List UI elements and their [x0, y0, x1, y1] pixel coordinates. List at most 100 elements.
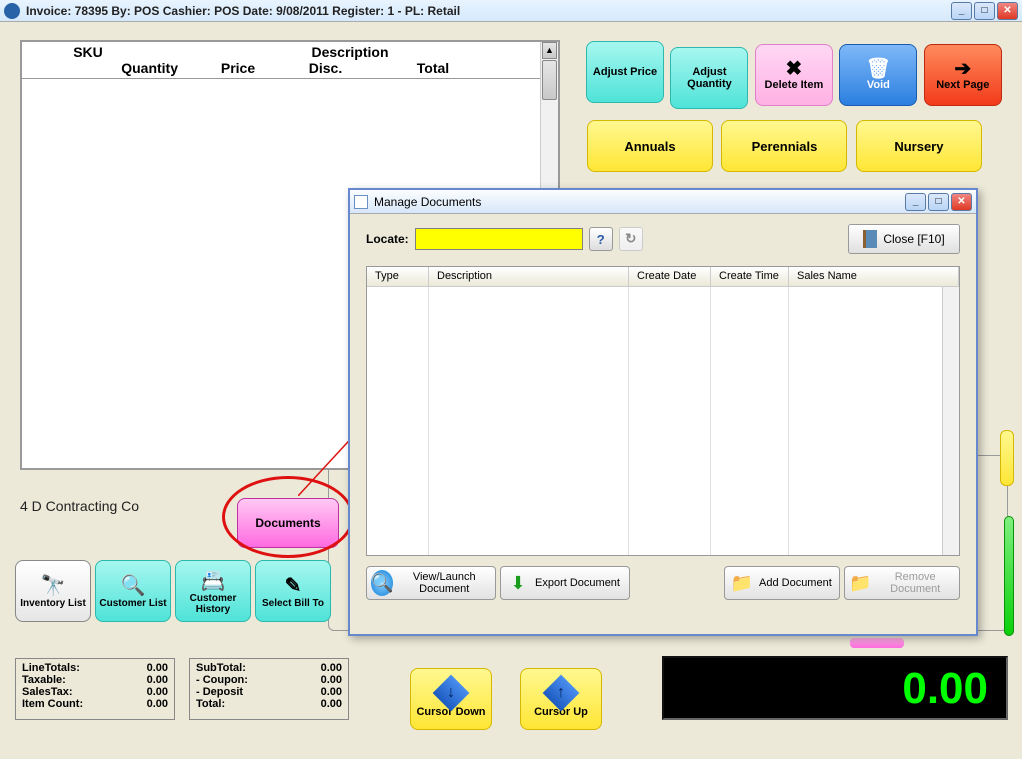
- next-page-button[interactable]: ➔Next Page: [924, 44, 1002, 106]
- pink-bottom-button-hint[interactable]: [850, 638, 904, 648]
- app-icon: [4, 3, 20, 19]
- col-discount: Disc.: [283, 60, 368, 76]
- col-sales-name[interactable]: Sales Name: [789, 267, 959, 286]
- refresh-button[interactable]: ↻: [619, 227, 643, 251]
- customer-list-button[interactable]: 🔍Customer List: [95, 560, 171, 622]
- col-create-time[interactable]: Create Time: [711, 267, 789, 286]
- doc-button-row: 🔍View/Launch Document ⬇ Export Document 📁…: [366, 566, 960, 600]
- subtotal-value: 0.00: [321, 662, 342, 674]
- delete-x-icon: ✖: [786, 59, 803, 79]
- totals-right-box: SubTotal: 0.00 - Coupon: 0.00 - Deposit 0.0…: [189, 658, 349, 720]
- grand-total-display: 0.00: [662, 656, 1008, 720]
- customer-history-label: Customer History: [176, 593, 250, 615]
- cursor-down-button[interactable]: ↓Cursor Down: [410, 668, 492, 730]
- action-buttons: Adjust Price Adjust Quantity ✖Delete Ite…: [585, 40, 1003, 110]
- col-price: Price: [193, 60, 283, 76]
- inventory-list-button[interactable]: 🔭Inventory List: [15, 560, 91, 622]
- view-launch-button[interactable]: 🔍View/Launch Document: [366, 566, 496, 600]
- dialog-titlebar: Manage Documents _ □ ✕: [350, 190, 976, 214]
- export-arrow-icon: ⬇: [505, 570, 531, 596]
- adjust-price-label: Adjust Price: [593, 66, 657, 78]
- totals-left-box: LineTotals: 0.00 Taxable: 0.00 SalesTax: 0.…: [15, 658, 175, 720]
- next-arrow-icon: ➔: [954, 59, 971, 79]
- scroll-thumb[interactable]: [542, 60, 557, 100]
- door-icon: [863, 230, 877, 248]
- sales-tax-label: SalesTax:: [22, 686, 73, 698]
- remove-document-label: Remove Document: [875, 571, 955, 595]
- binoculars-icon: 🔭: [41, 573, 66, 598]
- customer-list-label: Customer List: [99, 598, 166, 609]
- annuals-button[interactable]: Annuals: [587, 120, 713, 172]
- sales-tax-value: 0.00: [147, 686, 168, 698]
- add-document-label: Add Document: [759, 577, 832, 589]
- void-label: Void: [867, 79, 890, 91]
- subtotal-label: SubTotal:: [196, 662, 246, 674]
- col-description: Description: [148, 44, 552, 60]
- minimize-button[interactable]: _: [951, 2, 972, 20]
- column-headers: SKU Description Quantity Price Disc. Tot…: [22, 42, 558, 79]
- main-titlebar: Invoice: 78395 By: POS Cashier: POS Date…: [0, 0, 1022, 22]
- col-sku: SKU: [28, 44, 148, 60]
- locate-label: Locate:: [366, 232, 409, 246]
- item-count-label: Item Count:: [22, 698, 83, 710]
- coupon-label: - Coupon:: [196, 674, 248, 686]
- locate-input[interactable]: [415, 228, 583, 250]
- rolodex-icon: 📇: [201, 568, 226, 593]
- dialog-minimize-button[interactable]: _: [905, 193, 926, 211]
- dialog-close-button[interactable]: ✕: [951, 193, 972, 211]
- help-button[interactable]: ?: [589, 227, 613, 251]
- remove-document-button: 📁Remove Document: [844, 566, 960, 600]
- locate-row: Locate: ? ↻ Close [F10]: [366, 224, 960, 254]
- grid-body: [367, 287, 942, 555]
- cursor-up-button[interactable]: ↑Cursor Up: [520, 668, 602, 730]
- perennials-button[interactable]: Perennials: [721, 120, 847, 172]
- export-label: Export Document: [535, 577, 620, 589]
- customer-history-button[interactable]: 📇Customer History: [175, 560, 251, 622]
- close-button[interactable]: ✕: [997, 2, 1018, 20]
- maximize-button[interactable]: □: [974, 2, 995, 20]
- adjust-quantity-label: Adjust Quantity: [671, 66, 747, 90]
- dialog-title: Manage Documents: [374, 195, 905, 209]
- scroll-up-icon[interactable]: ▲: [542, 42, 557, 59]
- close-f10-button[interactable]: Close [F10]: [848, 224, 960, 254]
- dialog-maximize-button[interactable]: □: [928, 193, 949, 211]
- item-count-value: 0.00: [147, 698, 168, 710]
- select-bill-to-label: Select Bill To: [262, 598, 324, 609]
- deposit-value: 0.00: [321, 686, 342, 698]
- hidden-yellow-button[interactable]: [1000, 430, 1014, 486]
- folder-remove-icon: 📁: [849, 570, 871, 596]
- small-button-row: 🔭Inventory List 🔍Customer List 📇Customer…: [15, 560, 331, 622]
- documents-button[interactable]: Documents: [237, 498, 339, 548]
- inventory-list-label: Inventory List: [20, 598, 86, 609]
- next-page-label: Next Page: [936, 79, 989, 91]
- export-button[interactable]: ⬇ Export Document: [500, 566, 630, 600]
- void-button[interactable]: 🗑Void: [839, 44, 917, 106]
- view-launch-label: View/Launch Document: [397, 571, 491, 595]
- documents-grid[interactable]: Type Description Create Date Create Time…: [366, 266, 960, 556]
- category-buttons: Annuals Perennials Nursery: [585, 118, 984, 174]
- grid-scrollbar[interactable]: [942, 287, 959, 555]
- window-title: Invoice: 78395 By: POS Cashier: POS Date…: [26, 4, 951, 18]
- adjust-quantity-button[interactable]: Adjust Quantity: [670, 47, 748, 109]
- deposit-label: - Deposit: [196, 686, 243, 698]
- pencil-icon: ✎: [285, 573, 302, 598]
- col-desc[interactable]: Description: [429, 267, 629, 286]
- total-label: Total:: [196, 698, 225, 710]
- select-bill-to-button[interactable]: ✎Select Bill To: [255, 560, 331, 622]
- taxable-value: 0.00: [147, 674, 168, 686]
- taxable-label: Taxable:: [22, 674, 66, 686]
- manage-documents-dialog: Manage Documents _ □ ✕ Locate: ? ↻ Close…: [348, 188, 978, 636]
- total-value: 0.00: [321, 698, 342, 710]
- line-totals-label: LineTotals:: [22, 662, 80, 674]
- add-document-button[interactable]: 📁 Add Document: [724, 566, 840, 600]
- col-total: Total: [368, 60, 498, 76]
- dialog-icon: [354, 195, 368, 209]
- col-create-date[interactable]: Create Date: [629, 267, 711, 286]
- folder-add-icon: 📁: [729, 570, 755, 596]
- magnifier-launch-icon: 🔍: [371, 570, 393, 596]
- green-side-button[interactable]: [1004, 516, 1014, 636]
- delete-item-button[interactable]: ✖Delete Item: [755, 44, 833, 106]
- nursery-button[interactable]: Nursery: [856, 120, 982, 172]
- col-type[interactable]: Type: [367, 267, 429, 286]
- adjust-price-button[interactable]: Adjust Price: [586, 41, 664, 103]
